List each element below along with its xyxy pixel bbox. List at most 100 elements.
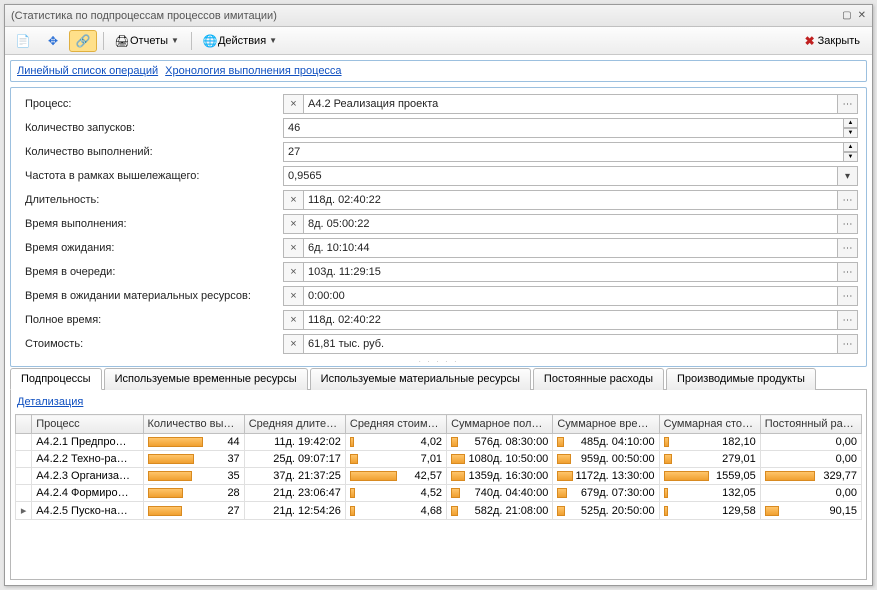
tab-products[interactable]: Производимые продукты [666, 368, 816, 390]
clear-button[interactable]: × [283, 286, 303, 306]
cell-avg-cost: 42,57 [345, 468, 446, 485]
spin-up-icon[interactable]: ▲ [844, 118, 858, 128]
close-label: Закрыть [818, 35, 860, 47]
frequency-label: Частота в рамках вышележащего: [19, 170, 283, 182]
minimize-icon[interactable]: ▢ [842, 10, 851, 21]
cell-avg-cost: 4,68 [345, 502, 446, 520]
tab-material-resources[interactable]: Используемые материальные ресурсы [310, 368, 531, 390]
table-row[interactable]: А4.2.3 Организа…3537д. 21:37:2542,571359… [16, 468, 862, 485]
bar-indicator [451, 471, 465, 481]
bar-indicator [350, 437, 354, 447]
col-exec-count[interactable]: Количество вып… [143, 415, 244, 434]
tabstrip: Подпроцессы Используемые временные ресур… [10, 367, 867, 390]
bar-indicator [451, 437, 458, 447]
duration-field[interactable] [303, 190, 838, 210]
close-button[interactable]: ✖ Закрыть [796, 30, 866, 52]
bar-indicator [350, 506, 355, 516]
data-grid[interactable]: Процесс Количество вып… Средняя длите… С… [15, 414, 862, 520]
table-row[interactable]: А4.2.4 Формиро…2821д. 23:06:474,52740д. … [16, 485, 862, 502]
lookup-button[interactable]: ⋯ [838, 310, 858, 330]
expand-button[interactable]: ✥ [39, 30, 67, 52]
row-marker: ▸ [16, 502, 32, 520]
cell-const-exp: 0,00 [760, 485, 861, 502]
col-sum-cost[interactable]: Суммарная стои… [659, 415, 760, 434]
frequency-field[interactable] [283, 166, 838, 186]
cell-value: 42,57 [415, 470, 443, 482]
cell-sum-full: 582д. 21:08:00 [447, 502, 553, 520]
lookup-button[interactable]: ⋯ [838, 190, 858, 210]
splitter-handle[interactable]: · · · · · [19, 358, 858, 364]
spinner[interactable]: ▲▼ [844, 118, 858, 138]
lookup-button[interactable]: ⋯ [838, 286, 858, 306]
col-avg-dur[interactable]: Средняя длите… [244, 415, 345, 434]
clear-button[interactable]: × [283, 214, 303, 234]
reports-button[interactable]: 🖨 Отчеты ▼ [108, 30, 185, 52]
cell-value: 0,00 [836, 487, 857, 499]
table-row[interactable]: ▸А4.2.5 Пуско-на…2721д. 12:54:264,68582д… [16, 502, 862, 520]
col-sum-time[interactable]: Суммарное врем… [553, 415, 659, 434]
executions-label: Количество выполнений: [19, 146, 283, 158]
lookup-button[interactable]: ⋯ [838, 214, 858, 234]
link-icon: 🔗 [75, 33, 91, 49]
col-sum-full[interactable]: Суммарное полн… [447, 415, 553, 434]
col-process[interactable]: Процесс [32, 415, 143, 434]
chronology-link[interactable]: Хронология выполнения процесса [165, 65, 341, 77]
cell-const-exp: 329,77 [760, 468, 861, 485]
tab-time-resources[interactable]: Используемые временные ресурсы [104, 368, 308, 390]
cost-field[interactable] [303, 334, 838, 354]
bar-indicator [664, 506, 668, 516]
toolbar: 📄 ✥ 🔗 🖨 Отчеты ▼ 🌐 Действия ▼ ✖ Закрыть [5, 27, 872, 55]
cell-sum-time: 959д. 00:50:00 [553, 451, 659, 468]
tab-fixed-costs[interactable]: Постоянные расходы [533, 368, 664, 390]
bar-indicator [765, 506, 779, 516]
exec-time-field[interactable] [303, 214, 838, 234]
window-title: (Статистика по подпроцессам процессов им… [11, 10, 836, 22]
lookup-button[interactable]: ⋯ [838, 94, 858, 114]
cell-value: 4,02 [421, 436, 442, 448]
linear-list-link[interactable]: Линейный список операций [17, 65, 158, 77]
executions-field[interactable] [283, 142, 844, 162]
lookup-button[interactable]: ⋯ [838, 262, 858, 282]
lookup-button[interactable]: ⋯ [838, 334, 858, 354]
spin-down-icon[interactable]: ▼ [844, 152, 858, 162]
bar-indicator [148, 471, 192, 481]
table-row[interactable]: А4.2.2 Техно-ра…3725д. 09:07:177,011080д… [16, 451, 862, 468]
dropdown-button[interactable]: ▾ [838, 166, 858, 186]
spin-down-icon[interactable]: ▼ [844, 128, 858, 138]
actions-button[interactable]: 🌐 Действия ▼ [196, 30, 283, 52]
process-field[interactable] [303, 94, 838, 114]
cell-process: А4.2.1 Предпро… [32, 434, 143, 451]
table-row[interactable]: А4.2.1 Предпро…4411д. 19:42:024,02576д. … [16, 434, 862, 451]
bar-indicator [557, 437, 564, 447]
clear-button[interactable]: × [283, 334, 303, 354]
wait-time-field[interactable] [303, 238, 838, 258]
clear-button[interactable]: × [283, 262, 303, 282]
full-time-label: Полное время: [19, 314, 283, 326]
full-time-field[interactable] [303, 310, 838, 330]
clear-button[interactable]: × [283, 94, 303, 114]
spinner[interactable]: ▲▼ [844, 142, 858, 162]
launches-field[interactable] [283, 118, 844, 138]
clear-button[interactable]: × [283, 190, 303, 210]
col-avg-cost[interactable]: Средняя стоимо… [345, 415, 446, 434]
cell-value: 1172д. 13:30:00 [576, 470, 655, 482]
tab-subprocesses[interactable]: Подпроцессы [10, 368, 102, 390]
mat-wait-label: Время в ожидании материальных ресурсов: [19, 290, 283, 302]
new-button[interactable]: 📄 [9, 30, 37, 52]
clear-button[interactable]: × [283, 238, 303, 258]
col-const-exp[interactable]: Постоянный рас… [760, 415, 861, 434]
cell-count: 28 [143, 485, 244, 502]
link-button[interactable]: 🔗 [69, 30, 97, 52]
cell-sum-cost: 182,10 [659, 434, 760, 451]
detail-link[interactable]: Детализация [17, 396, 83, 408]
queue-time-field[interactable] [303, 262, 838, 282]
clear-button[interactable]: × [283, 310, 303, 330]
lookup-button[interactable]: ⋯ [838, 238, 858, 258]
cell-sum-time: 1172д. 13:30:00 [553, 468, 659, 485]
cell-count: 44 [143, 434, 244, 451]
cell-value: 90,15 [829, 505, 857, 517]
mat-wait-field[interactable] [303, 286, 838, 306]
close-window-icon[interactable]: ✕ [858, 10, 866, 21]
bar-indicator [664, 471, 709, 481]
spin-up-icon[interactable]: ▲ [844, 142, 858, 152]
